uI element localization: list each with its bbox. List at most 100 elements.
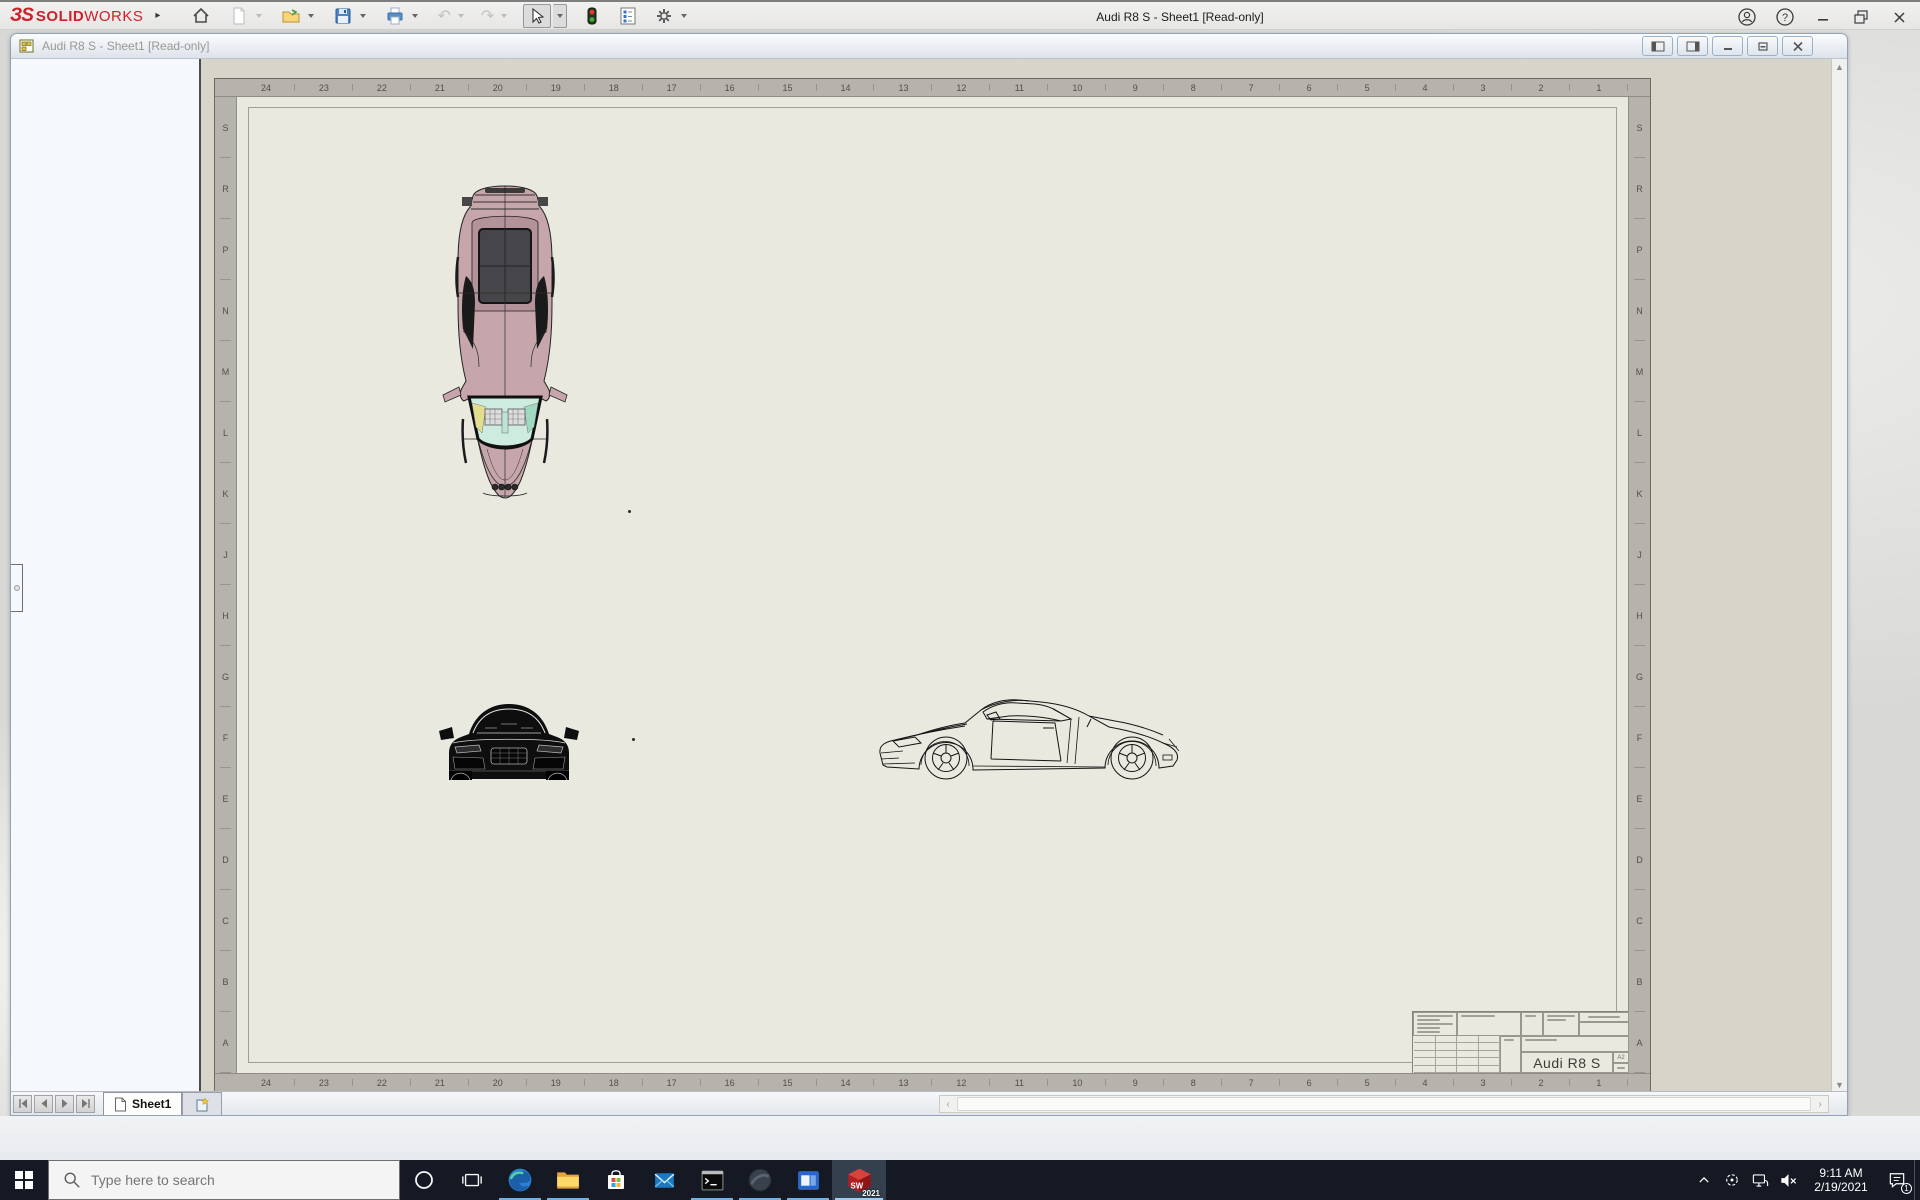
open-button[interactable] [278, 4, 304, 28]
show-desktop-button[interactable] [1914, 1160, 1920, 1200]
zone-label: 21 [411, 1074, 469, 1091]
tray-cast-button[interactable] [1718, 1160, 1746, 1200]
last-sheet-icon [81, 1099, 90, 1108]
horizontal-scrollbar[interactable]: ‹ › [939, 1095, 1829, 1113]
minimize-button[interactable] [1810, 5, 1836, 29]
restore-button[interactable] [1848, 5, 1874, 29]
account-button[interactable] [1734, 5, 1760, 29]
stoplight-button[interactable] [579, 4, 605, 28]
tab-sheet1[interactable]: Sheet1 [103, 1092, 183, 1115]
search-input[interactable] [91, 1172, 371, 1188]
taskbar-store[interactable] [592, 1160, 640, 1200]
start-button[interactable] [0, 1160, 48, 1200]
toolbar-flyout-arrow[interactable]: ▸ [155, 10, 160, 21]
pane-left-button[interactable] [1642, 36, 1673, 56]
drawing-view-side[interactable] [875, 695, 1191, 790]
taskbar-mail[interactable] [640, 1160, 688, 1200]
titleblock-cell [1457, 1012, 1521, 1036]
markup-button[interactable] [615, 4, 641, 28]
zone-label: 12 [932, 79, 991, 96]
chevron-up-icon [1699, 1177, 1709, 1183]
doc-close-icon [1792, 41, 1803, 51]
open-dropdown[interactable] [308, 14, 315, 21]
panel-grip-dot [13, 585, 20, 591]
zone-label: 14 [817, 79, 875, 96]
print-dropdown[interactable] [412, 14, 419, 21]
doc-restore-button[interactable] [1747, 36, 1778, 56]
zone-label: N [215, 280, 236, 341]
options-button[interactable] [651, 4, 677, 28]
undo-icon: ↶ [437, 7, 451, 25]
title-block: Audi R8 S A2 [1412, 1011, 1629, 1073]
task-view-button[interactable] [448, 1160, 496, 1200]
zone-label: 22 [353, 79, 411, 96]
cortana-button[interactable] [400, 1160, 448, 1200]
taskbar-search[interactable] [48, 1160, 400, 1200]
zone-label: 14 [817, 1074, 875, 1091]
prev-sheet-button[interactable] [34, 1094, 53, 1113]
zone-label: J [215, 524, 236, 585]
notification-center-button[interactable]: 1 [1880, 1160, 1914, 1200]
taskbar-edrawings[interactable] [736, 1160, 784, 1200]
select-dropdown[interactable] [553, 3, 568, 28]
doc-minimize-icon [1723, 47, 1732, 50]
account-icon [1738, 8, 1756, 26]
zone-label: K [215, 463, 236, 524]
panel-grip-handle[interactable] [11, 564, 23, 612]
pane-right-button[interactable] [1677, 36, 1708, 56]
zone-label: 10 [1048, 1074, 1107, 1091]
scroll-up-icon[interactable]: ▲ [1832, 59, 1847, 75]
select-button[interactable] [523, 3, 552, 28]
close-button[interactable] [1886, 5, 1912, 29]
zone-label: 11 [990, 79, 1049, 96]
stoplight-icon [587, 7, 597, 24]
zone-label: 13 [874, 1074, 933, 1091]
zone-label: 18 [585, 1074, 643, 1091]
tray-clock[interactable]: 9:11 AM 2/19/2021 [1802, 1166, 1880, 1194]
doc-close-button[interactable] [1782, 36, 1813, 56]
taskbar-edge[interactable] [496, 1160, 544, 1200]
next-sheet-button[interactable] [55, 1094, 74, 1113]
tray-chevron-button[interactable] [1690, 1160, 1718, 1200]
save-dropdown[interactable] [360, 14, 367, 21]
home-button[interactable] [188, 4, 214, 28]
zone-label: B [1629, 951, 1650, 1012]
sw-year-label: 2021 [862, 1189, 880, 1198]
first-sheet-button[interactable] [13, 1094, 32, 1113]
solidworks-logo: ЗS SOLID WORKS [10, 5, 143, 27]
taskbar-solidworks[interactable]: SW 2021 [832, 1160, 886, 1200]
zone-label: S [215, 97, 236, 158]
scroll-right-icon[interactable]: › [1812, 1099, 1828, 1110]
zone-label: R [1629, 158, 1650, 219]
zone-label: K [1629, 463, 1650, 524]
zone-label: 16 [701, 79, 759, 96]
doc-minimize-button[interactable] [1712, 36, 1743, 56]
solidworks-logo-glyph: ЗS [10, 4, 34, 26]
add-sheet-tab[interactable] [182, 1092, 223, 1115]
taskbar-file-explorer[interactable] [544, 1160, 592, 1200]
front-view-car-image [439, 704, 579, 781]
taskbar-photos[interactable] [784, 1160, 832, 1200]
scroll-left-icon[interactable]: ‹ [940, 1099, 956, 1110]
document-title-bar[interactable]: Audi R8 S - Sheet1 [Read-only] [11, 34, 1847, 59]
print-button[interactable] [382, 4, 408, 28]
tray-volume-button[interactable] [1774, 1160, 1802, 1200]
drawing-sheet: 24 23 22 21 20 19 18 17 16 15 14 13 12 11 10 9 8 7 6 5 4 3 2 1 … [214, 78, 1651, 1092]
zone-label: 23 [295, 79, 353, 96]
save-button[interactable] [330, 4, 356, 28]
last-sheet-button[interactable] [76, 1094, 95, 1113]
drawing-canvas[interactable]: 24 23 22 21 20 19 18 17 16 15 14 13 12 11 10 9 8 7 6 5 4 3 2 1 … [201, 59, 1847, 1093]
zone-label: J [1629, 524, 1650, 585]
options-dropdown[interactable] [681, 14, 688, 21]
zone-label: N [1629, 280, 1650, 341]
help-icon: ? [1776, 8, 1794, 26]
vertical-scrollbar[interactable]: ▲ ▼ [1831, 59, 1847, 1093]
zone-label: 12 [932, 1074, 991, 1091]
new-document-dropdown [256, 14, 263, 21]
drawing-view-front[interactable] [439, 691, 579, 791]
drawing-view-top[interactable] [435, 181, 575, 506]
taskbar-terminal[interactable] [688, 1160, 736, 1200]
tray-network-button[interactable] [1746, 1160, 1774, 1200]
help-button[interactable]: ? [1772, 5, 1798, 29]
horizontal-scroll-thumb[interactable] [957, 1097, 1811, 1111]
